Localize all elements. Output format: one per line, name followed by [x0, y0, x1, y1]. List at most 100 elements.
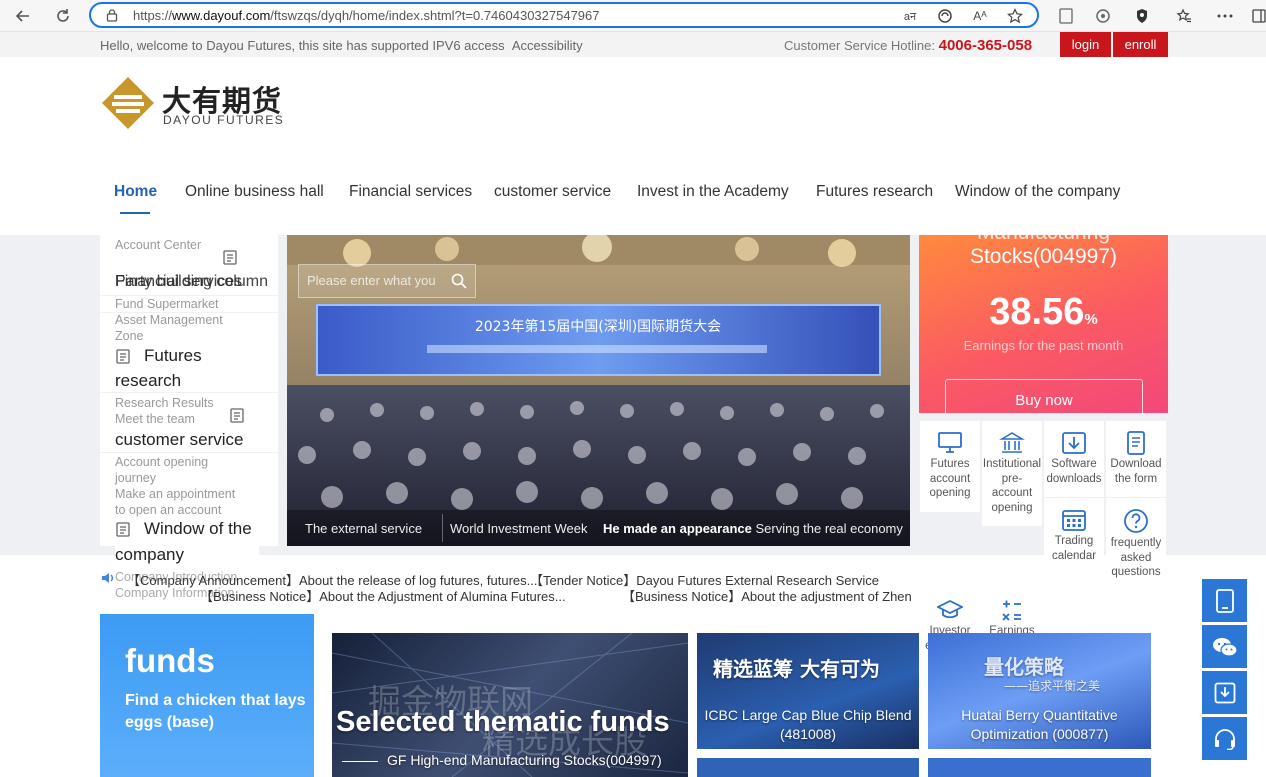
menu-account-journey-line2[interactable]: journey — [115, 471, 156, 485]
banner-caption-3[interactable]: He made an appearance Serving the real e… — [603, 521, 903, 536]
more-menu-icon[interactable] — [1214, 5, 1236, 27]
search-input[interactable] — [307, 273, 447, 288]
login-button[interactable]: login — [1060, 32, 1111, 57]
banner-screen-title: 2023年第15届中国(深圳)国际期货大会 — [475, 318, 721, 335]
download-box-icon — [1214, 682, 1235, 703]
banner-caption-1[interactable]: The external service — [305, 521, 422, 536]
promo-card[interactable]: Manufacturing Stocks(004997) 38.56% Earn… — [919, 235, 1168, 413]
search-icon[interactable] — [451, 273, 467, 289]
huatai-fund-card[interactable]: 量化策略 ——追求平衡之美 Huatai Berry Quantitative … — [928, 633, 1151, 749]
favorites-icon[interactable] — [1173, 5, 1195, 27]
refresh-page-icon[interactable] — [936, 7, 954, 25]
tile-trading-calendar[interactable]: Trading calendar — [1044, 498, 1104, 574]
accessibility-link[interactable]: Accessibility — [512, 38, 583, 53]
clipboard-icon — [116, 522, 130, 537]
thematic-funds-card[interactable]: 掘金物联网 精选成长股 Selected thematic funds GF H… — [332, 633, 688, 777]
browser-toolbar: https://www.dayouf.com/ftswzqs/dyqh/home… — [0, 0, 1266, 32]
nav-invest-academy[interactable]: Invest in the Academy — [637, 183, 789, 201]
nav-financial-services[interactable]: Financial services — [349, 183, 472, 201]
dayou-logo[interactable]: 大有期货 DAYOU FUTURES — [100, 75, 285, 131]
tile-download-form[interactable]: Download the form — [1106, 421, 1166, 497]
funds-desc-line2: eggs (base) — [125, 714, 214, 731]
tile-software-downloads[interactable]: Software downloads — [1044, 421, 1104, 497]
menu-account-journey[interactable]: Account opening — [115, 455, 208, 469]
back-arrow-icon[interactable] — [12, 5, 34, 27]
headset-icon — [1214, 728, 1235, 750]
menu-account-center[interactable]: Account Center — [115, 238, 201, 252]
buy-now-button[interactable]: Buy now — [945, 379, 1143, 413]
site-header: 大有期货 DAYOU FUTURES Home Online business … — [0, 57, 1266, 235]
clipboard-icon — [230, 408, 244, 423]
tile-institutional-account[interactable]: Institutional pre-account opening — [982, 421, 1042, 526]
extension-shield-icon[interactable] — [1131, 5, 1153, 27]
icbc-fund-card[interactable]: 精选蓝筹 大有可为 ICBC Large Cap Blue Chip Blend… — [697, 633, 919, 749]
thematic-subtitle: GF High-end Manufacturing Stocks(004997) — [387, 752, 662, 768]
announcement-ticker: Company Introduction Company Information… — [0, 565, 940, 610]
lock-icon — [106, 9, 118, 22]
thematic-title: Selected thematic funds — [336, 706, 670, 738]
url-text: https://www.dayouf.com/ftswzqs/dyqh/home… — [133, 8, 600, 23]
announcement-item-3[interactable]: 【Business Notice】About the Adjustment of… — [200, 586, 566, 605]
read-aloud-icon[interactable]: Aᴬ — [971, 7, 989, 25]
menu-appointment-line2[interactable]: to open an account — [115, 503, 221, 517]
menu-customer-service[interactable]: customer service — [115, 430, 243, 450]
menu-window-company[interactable]: Window of the — [144, 519, 252, 539]
next-fund-card-2[interactable] — [928, 758, 1151, 777]
announcement-item-4[interactable]: 【Business Notice】About the adjustment of… — [622, 586, 912, 605]
next-fund-card-1[interactable] — [697, 758, 919, 777]
icbc-fund-name: ICBC Large Cap Blue Chip Blend — [704, 707, 912, 723]
favorite-star-icon[interactable] — [1006, 7, 1024, 25]
side-menu: Account Center Financial services Party … — [100, 235, 278, 546]
funds-card[interactable]: funds Find a chicken that lays eggs (bas… — [100, 614, 314, 777]
reload-icon[interactable] — [52, 5, 74, 27]
download-icon — [1062, 432, 1086, 454]
nav-customer-service[interactable]: customer service — [494, 183, 611, 201]
hotline-number: 4006-365-058 — [938, 37, 1033, 54]
promo-label: Earnings for the past month — [963, 338, 1124, 353]
nav-home[interactable]: Home — [114, 183, 157, 201]
address-bar[interactable]: https://www.dayouf.com/ftswzqs/dyqh/home… — [89, 2, 1039, 28]
menu-futures-research[interactable]: Futures — [144, 346, 202, 366]
icbc-cn-text: 精选蓝筹 大有可为 — [713, 657, 880, 681]
menu-window-company-line2[interactable]: company — [115, 545, 259, 565]
monitor-icon — [938, 432, 962, 453]
tablet-icon — [1215, 588, 1234, 613]
calendar-icon — [1062, 510, 1086, 531]
welcome-text: Hello, welcome to Dayou Futures, this si… — [100, 38, 583, 53]
icbc-fund-name-line2: (481008) — [779, 726, 837, 742]
logo-diamond-icon — [102, 77, 154, 129]
tile-futures-account-opening[interactable]: Futures account opening — [920, 421, 980, 512]
float-app-button[interactable] — [1202, 579, 1247, 622]
menu-meet-team[interactable]: Meet the team — [115, 412, 195, 426]
menu-research-results[interactable]: Research Results — [115, 396, 214, 410]
nav-window-company[interactable]: Window of the company — [955, 183, 1120, 201]
wechat-icon — [1212, 637, 1238, 657]
reading-view-icon[interactable] — [1055, 5, 1077, 27]
menu-fund-supermarket[interactable]: Fund Supermarket — [115, 297, 219, 311]
tile-faq[interactable]: frequently asked questions — [1106, 498, 1166, 586]
logo-english-text: DAYOU FUTURES — [163, 113, 285, 127]
enroll-button[interactable]: enroll — [1113, 32, 1168, 57]
menu-party-building[interactable]: Party building column — [115, 273, 268, 291]
translate-icon[interactable]: aन — [901, 7, 919, 25]
banner-caption-2[interactable]: World Investment Week — [450, 521, 588, 536]
funds-desc: Find a chicken that lays — [125, 692, 306, 709]
copilot-icon[interactable] — [1092, 5, 1114, 27]
menu-asset-management-line2[interactable]: Zone — [115, 329, 144, 343]
float-wechat-button[interactable] — [1202, 625, 1247, 668]
search-box[interactable] — [298, 264, 476, 298]
question-circle-icon — [1124, 509, 1148, 533]
menu-appointment[interactable]: Make an appointment — [115, 487, 235, 501]
sidebar-toggle-icon[interactable] — [1248, 5, 1266, 27]
calculator-icon — [1002, 600, 1021, 621]
float-service-button[interactable] — [1202, 717, 1247, 760]
clipboard-icon — [116, 349, 130, 364]
hotline: Customer Service Hotline: 4006-365-058 — [784, 37, 1033, 54]
float-download-button[interactable] — [1202, 671, 1247, 714]
funds-title: funds — [125, 642, 215, 679]
menu-futures-research-line2[interactable]: research — [115, 371, 181, 391]
nav-futures-research[interactable]: Futures research — [816, 183, 933, 201]
menu-asset-management[interactable]: Asset Management — [115, 313, 223, 327]
nav-online-business-hall[interactable]: Online business hall — [185, 183, 324, 201]
speaker-icon — [102, 573, 113, 583]
